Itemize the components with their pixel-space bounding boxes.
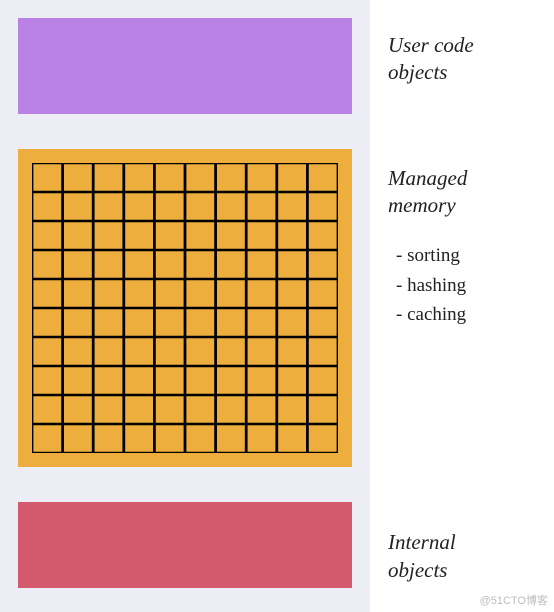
managed-title: Managedmemory	[388, 166, 467, 217]
memory-diagram: User codeobjects Managedmemory - sorting…	[0, 0, 554, 612]
internal-objects-block	[18, 502, 352, 588]
grid-icon	[32, 163, 338, 453]
user-code-label: User codeobjects	[388, 32, 546, 87]
managed-sublist: - sorting - hashing - caching	[388, 241, 546, 329]
list-item: - caching	[396, 300, 546, 329]
blocks-column	[0, 0, 370, 612]
internal-objects-label: Internalobjects	[388, 529, 546, 584]
watermark: @51CTO博客	[480, 592, 548, 608]
labels-column: User codeobjects Managedmemory - sorting…	[370, 0, 554, 612]
list-item: - sorting	[396, 241, 546, 270]
user-code-block	[18, 18, 352, 114]
managed-memory-block	[18, 149, 352, 467]
list-item: - hashing	[396, 271, 546, 300]
managed-memory-label: Managedmemory - sorting - hashing - cach…	[388, 165, 546, 330]
